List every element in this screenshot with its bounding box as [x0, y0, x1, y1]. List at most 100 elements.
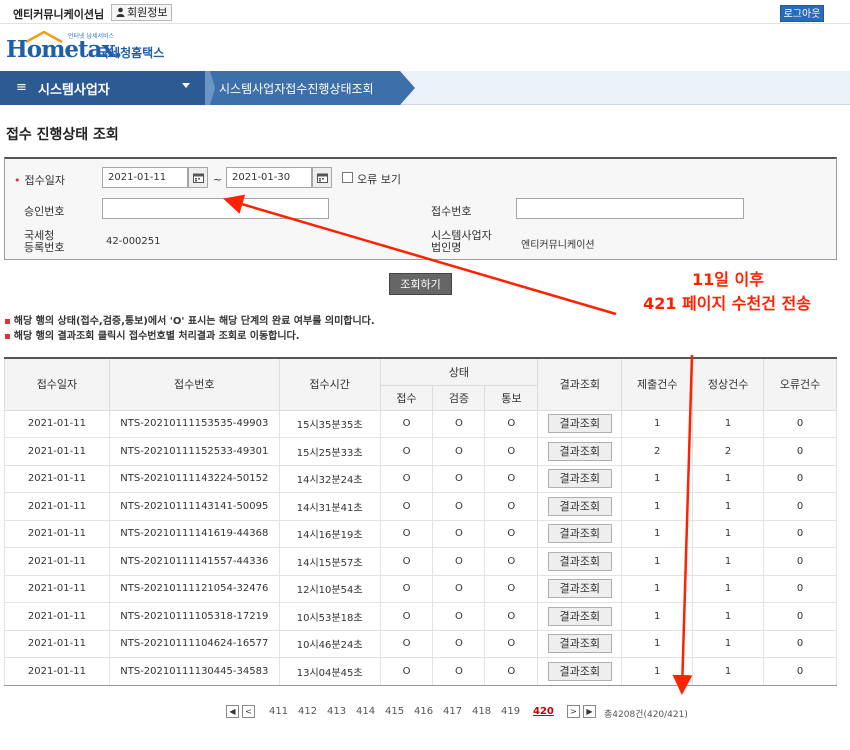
- cell-time: 13시04분45초: [278, 657, 381, 686]
- date-to-input[interactable]: 2021-01-30: [226, 167, 312, 188]
- cell-status-notify: O: [484, 437, 539, 466]
- cell-status-verify: O: [432, 657, 486, 686]
- prev-page-button[interactable]: <: [242, 705, 255, 718]
- result-view-button[interactable]: 결과조회: [547, 441, 612, 461]
- cell-error: 0: [763, 657, 837, 686]
- table-row: 2021-01-11 NTS-20210111153535-49903 15시35분…: [4, 409, 837, 438]
- member-info-button[interactable]: 회원정보: [111, 4, 173, 21]
- table-row: 2021-01-11 NTS-20210111152533-49301 15시25분…: [4, 437, 837, 466]
- cell-date: 2021-01-11: [4, 464, 110, 493]
- calendar-icon: [317, 173, 328, 183]
- last-page-button[interactable]: ▶: [583, 705, 596, 718]
- cell-date: 2021-01-11: [4, 574, 110, 603]
- nav-bar: ≡ 시스템사업자 시스템사업자접수진행상태조회: [0, 71, 850, 105]
- page-link[interactable]: 412: [298, 706, 317, 717]
- cell-date: 2021-01-11: [4, 492, 110, 521]
- approval-number-input[interactable]: [102, 198, 329, 219]
- page-link[interactable]: 418: [472, 706, 491, 717]
- cell-submitted: 1: [621, 547, 694, 576]
- total-count: 총4208건(420/421): [604, 710, 688, 720]
- result-view-button[interactable]: 결과조회: [547, 469, 612, 489]
- cell-result: 결과조회: [537, 629, 623, 658]
- cell-error: 0: [763, 492, 837, 521]
- cell-status-receive: O: [379, 547, 434, 576]
- cell-normal: 1: [692, 409, 765, 438]
- cell-time: 14시16분19초: [278, 519, 381, 548]
- cell-normal: 1: [692, 574, 765, 603]
- cell-error: 0: [763, 519, 837, 548]
- cell-status-verify: O: [432, 437, 486, 466]
- calendar-to-button[interactable]: [312, 167, 332, 188]
- cell-status-verify: O: [432, 547, 486, 576]
- cell-status-verify: O: [432, 464, 486, 493]
- page-link[interactable]: 419: [501, 706, 520, 717]
- notice-item: ▪ 해당 행의 결과조회 클릭시 접수번호별 처리결과 조회로 이동합니다.: [4, 329, 375, 344]
- page-link[interactable]: 414: [356, 706, 375, 717]
- cell-date: 2021-01-11: [4, 437, 110, 466]
- search-button[interactable]: 조회하기: [389, 273, 452, 295]
- cell-result: 결과조회: [537, 437, 623, 466]
- calendar-icon: [193, 173, 204, 183]
- logout-button[interactable]: 로그아웃: [780, 5, 824, 22]
- table-row: 2021-01-11 NTS-20210111143141-50095 14시31분…: [4, 492, 837, 521]
- breadcrumb[interactable]: 시스템사업자접수진행상태조회: [219, 80, 374, 97]
- table-row: 2021-01-11 NTS-20210111104624-16577 10시46분…: [4, 629, 837, 658]
- cell-status-notify: O: [484, 547, 539, 576]
- cell-time: 15시35분35초: [278, 409, 381, 438]
- page-link[interactable]: 411: [269, 706, 288, 717]
- notice-list: ▪ 해당 행의 상태(접수,검증,통보)에서 'O' 표시는 해당 단계의 완료 …: [4, 314, 375, 344]
- annotation-line2: 421 페이지 수천건 전송: [643, 294, 811, 313]
- table-row: 2021-01-11 NTS-20210111141557-44336 14시15분…: [4, 547, 837, 576]
- cell-status-receive: O: [379, 657, 434, 686]
- reg-label-line2: 등록번호: [24, 241, 65, 254]
- page-link-active[interactable]: 420: [533, 706, 554, 717]
- corp-name-label: 시스템사업자 법인명: [431, 230, 492, 254]
- page-link[interactable]: 416: [414, 706, 433, 717]
- receipt-label: 접수번호: [431, 205, 472, 218]
- cell-time: 10시53분18초: [278, 602, 381, 631]
- bullet-icon: ▪: [4, 316, 11, 327]
- result-view-button[interactable]: 결과조회: [547, 606, 612, 626]
- col-header-submitted: 제출건수: [621, 357, 694, 411]
- result-view-button[interactable]: 결과조회: [547, 634, 612, 654]
- error-view-checkbox[interactable]: [342, 172, 353, 183]
- cell-status-verify: O: [432, 409, 486, 438]
- hometax-logo[interactable]: 언터넷 납세서비스 Hometax. 국세청홈택스: [6, 28, 176, 68]
- page-link[interactable]: 417: [443, 706, 462, 717]
- cell-time: 14시31분41초: [278, 492, 381, 521]
- cell-status-verify: O: [432, 492, 486, 521]
- cell-date: 2021-01-11: [4, 629, 110, 658]
- result-view-button[interactable]: 결과조회: [547, 661, 612, 681]
- receipt-number-input[interactable]: [516, 198, 744, 219]
- page-link[interactable]: 415: [385, 706, 404, 717]
- approval-label: 승인번호: [24, 205, 65, 218]
- date-label-text: 접수일자: [24, 174, 65, 187]
- cell-normal: 2: [692, 437, 765, 466]
- result-view-button[interactable]: 결과조회: [547, 414, 612, 434]
- date-from-input[interactable]: 2021-01-11: [102, 167, 188, 188]
- system-menu-dropdown[interactable]: ≡ 시스템사업자: [0, 71, 205, 105]
- page-link[interactable]: 413: [327, 706, 346, 717]
- table-row: 2021-01-11 NTS-20210111130445-34583 13시04분…: [4, 657, 837, 686]
- menu-title: 시스템사업자: [38, 83, 110, 98]
- cell-status-notify: O: [484, 409, 539, 438]
- annotation-line1: 11일 이후: [692, 270, 764, 289]
- result-view-button[interactable]: 결과조회: [547, 496, 612, 516]
- cell-status-receive: O: [379, 602, 434, 631]
- cell-status-verify: O: [432, 519, 486, 548]
- cell-submitted: 2: [621, 437, 694, 466]
- calendar-from-button[interactable]: [188, 167, 208, 188]
- cell-date: 2021-01-11: [4, 519, 110, 548]
- notice-item: ▪ 해당 행의 상태(접수,검증,통보)에서 'O' 표시는 해당 단계의 완료 …: [4, 314, 375, 329]
- cell-normal: 1: [692, 464, 765, 493]
- user-name: 엔티커뮤니케이션님: [13, 8, 105, 21]
- first-page-button[interactable]: ◀: [226, 705, 239, 718]
- result-view-button[interactable]: 결과조회: [547, 551, 612, 571]
- col-header-error: 오류건수: [763, 357, 837, 411]
- col-header-receipt-no: 접수번호: [108, 357, 280, 411]
- result-view-button[interactable]: 결과조회: [547, 579, 612, 599]
- result-view-button[interactable]: 결과조회: [547, 524, 612, 544]
- next-page-button[interactable]: >: [567, 705, 580, 718]
- cell-receipt-no: NTS-20210111152533-49301: [108, 437, 280, 466]
- table-row: 2021-01-11 NTS-20210111105318-17219 10시53분…: [4, 602, 837, 631]
